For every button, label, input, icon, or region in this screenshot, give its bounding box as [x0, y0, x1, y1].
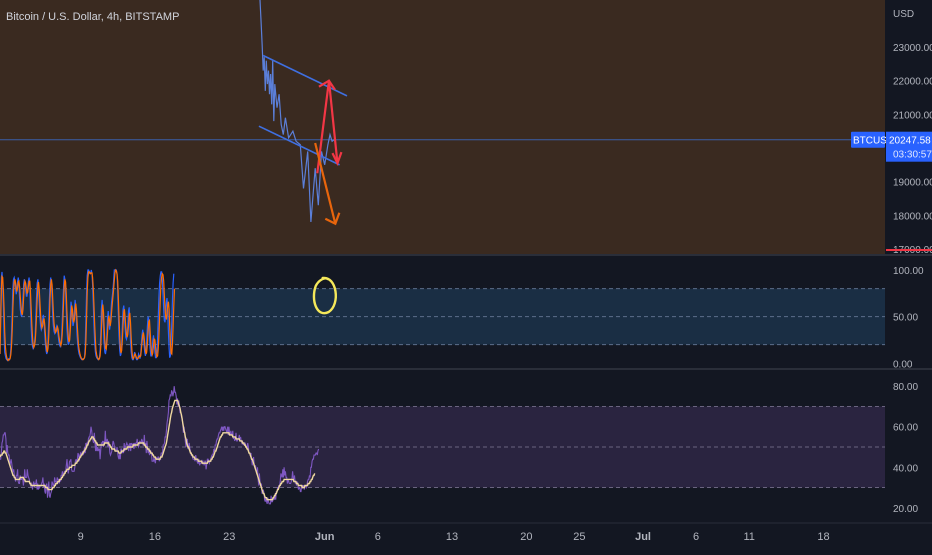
price-tick-label: 23000.00: [893, 43, 932, 54]
time-tick-label: 11: [743, 531, 754, 543]
price-tick-label: 22000.00: [893, 77, 932, 88]
stoch-tick-label: 100.00: [893, 266, 924, 277]
stoch-tick-label: 0.00: [893, 359, 913, 370]
stoch-tick-label: 50.00: [893, 313, 918, 324]
tradingview-chart[interactable]: 23000.00 22000.00 21000.00 19000.00 18000.00…: [0, 0, 932, 550]
rsi-tick-label: 40.00: [893, 463, 918, 474]
rsi-tick-label: 60.00: [893, 423, 918, 434]
price-tick-label: 18000.00: [893, 211, 932, 222]
chart-title: Bitcoin / U.S. Dollar, 4h, BITSTAMP: [6, 11, 180, 23]
time-tick-label: Jul: [635, 531, 651, 543]
price-pane-bg: [0, 0, 885, 254]
time-tick-label: 9: [78, 531, 84, 543]
countdown-label: 03:30:57: [893, 150, 932, 161]
time-tick-label: 6: [693, 531, 699, 543]
time-tick-label: Jun: [315, 531, 335, 543]
rsi-tick-label: 80.00: [893, 382, 918, 393]
time-tick-label: 23: [223, 531, 235, 543]
last-price-label: 20247.58: [889, 136, 931, 147]
currency-label: USD: [893, 9, 914, 20]
time-tick-label: 16: [149, 531, 161, 543]
chart-root: 23000.00 22000.00 21000.00 19000.00 18000.00…: [0, 0, 932, 550]
time-tick-label: 25: [573, 531, 585, 543]
price-tick-label: 19000.00: [893, 178, 932, 189]
price-tick-label: 21000.00: [893, 110, 932, 121]
time-tick-label: 18: [817, 531, 829, 543]
time-tick-label: 20: [520, 531, 532, 543]
time-axis[interactable]: 9 16 23 Jun 6 13 20 25 Jul 6 11 18: [78, 531, 830, 543]
time-tick-label: 6: [375, 531, 381, 543]
time-tick-label: 13: [446, 531, 458, 543]
rsi-tick-label: 20.00: [893, 504, 918, 515]
